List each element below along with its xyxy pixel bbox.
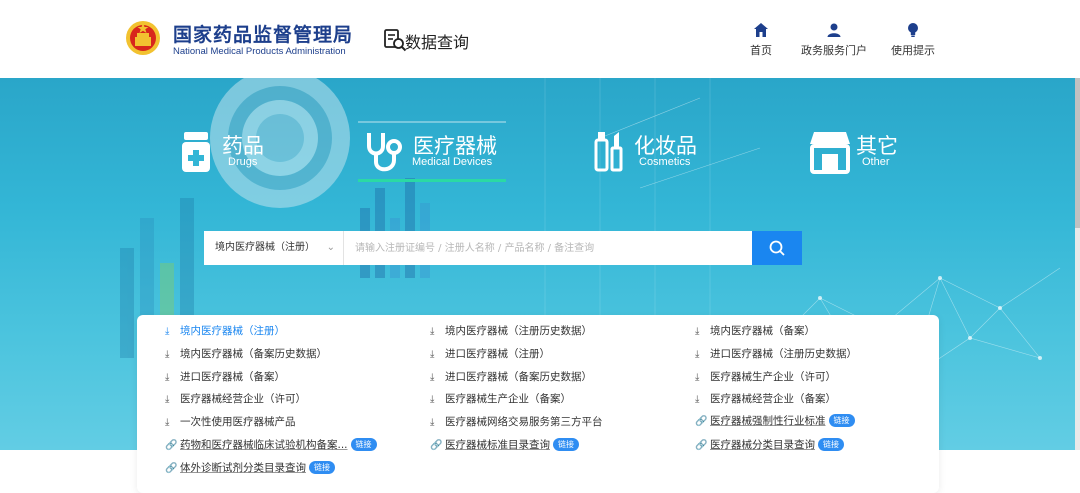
quick-link-label: 进口医疗器械（注册）	[445, 348, 550, 360]
quick-link-item[interactable]: ⤓ 进口医疗器械（注册）	[430, 346, 550, 361]
quick-link-item[interactable]: ⤓ 医疗器械经营企业（许可）	[165, 391, 306, 406]
quick-link-label: 医疗器械标准目录查询	[445, 439, 550, 451]
quick-link-label: 医疗器械生产企业（许可）	[710, 371, 836, 383]
quick-link-label: 一次性使用医疗器械产品	[180, 416, 296, 428]
link-badge: 链接	[828, 414, 855, 427]
search-category-select[interactable]: 境内医疗器械（注册） ⌄	[204, 231, 344, 265]
quick-link-label: 医疗器械分类目录查询	[710, 439, 815, 451]
quick-link-item[interactable]: ⤓ 境内医疗器械（备案历史数据）	[165, 346, 327, 361]
nav-service-portal-label: 政务服务门户	[801, 44, 867, 57]
upload-icon: ⤓	[165, 372, 170, 383]
lightbulb-icon	[908, 23, 918, 37]
search-button[interactable]	[752, 231, 802, 265]
site-header: 国家药品监督管理局 National Medical Products Admi…	[0, 0, 1080, 78]
quick-link-label: 医疗器械网络交易服务第三方平台	[445, 416, 603, 428]
quick-link-label: 进口医疗器械（备案历史数据）	[445, 371, 592, 383]
quick-link-external[interactable]: 🔗 体外诊断试剂分类目录查询 链接	[165, 460, 335, 475]
upload-icon: ⤓	[695, 372, 700, 383]
link-icon: 🔗	[695, 440, 708, 451]
chevron-down-icon: ⌄	[326, 242, 335, 253]
quick-link-item[interactable]: ⤓ 进口医疗器械（注册历史数据）	[695, 346, 857, 361]
link-badge: 链接	[818, 438, 844, 451]
section-title: 数据查询	[405, 33, 470, 52]
upload-icon: ⤓	[430, 417, 435, 428]
category-other-en: Other	[862, 156, 890, 168]
upload-icon: ⤓	[695, 394, 700, 405]
org-name-cn[interactable]: 国家药品监督管理局	[173, 20, 353, 47]
nav-home-label: 首页	[750, 44, 772, 57]
nav-home[interactable]: 首页	[750, 22, 772, 58]
stethoscope-icon	[367, 133, 402, 172]
upload-icon: ⤓	[430, 326, 435, 337]
quick-link-label: 医疗器械生产企业（备案）	[445, 393, 571, 405]
user-icon	[827, 23, 841, 37]
medicine-bottle-icon	[182, 132, 210, 172]
quick-link-label: 境内医疗器械（备案历史数据）	[180, 348, 327, 360]
quick-link-item[interactable]: ⤓ 进口医疗器械（备案历史数据）	[430, 369, 592, 384]
upload-icon: ⤓	[165, 417, 170, 428]
upload-icon: ⤓	[165, 349, 170, 360]
quick-link-item[interactable]: ⤓ 一次性使用医疗器械产品	[165, 414, 296, 429]
quick-link-item[interactable]: ⤓ 境内医疗器械（注册）	[165, 323, 285, 338]
link-icon: 🔗	[695, 416, 708, 427]
link-badge: 链接	[350, 438, 377, 451]
nav-service-portal[interactable]: 政务服务门户	[801, 22, 867, 58]
nav-usage-tips-label: 使用提示	[891, 44, 935, 57]
org-name-en[interactable]: National Medical Products Administration	[173, 46, 346, 57]
active-category-underline	[358, 179, 506, 182]
quick-link-label: 医疗器械强制性行业标准	[710, 415, 826, 427]
search-category-value: 境内医疗器械（注册）	[215, 242, 315, 253]
upload-icon: ⤓	[165, 394, 170, 405]
quick-link-external[interactable]: 🔗 医疗器械分类目录查询 链接	[695, 437, 844, 452]
upload-icon: ⤓	[165, 326, 170, 337]
link-icon: 🔗	[165, 440, 178, 451]
quick-link-label: 医疗器械经营企业（许可）	[180, 393, 306, 405]
store-icon	[810, 132, 850, 174]
quick-link-label: 体外诊断试剂分类目录查询	[180, 462, 306, 474]
nav-usage-tips[interactable]: 使用提示	[891, 22, 935, 58]
quick-link-item[interactable]: ⤓ 境内医疗器械（注册历史数据）	[430, 323, 592, 338]
upload-icon: ⤓	[430, 394, 435, 405]
national-emblem-icon[interactable]	[124, 17, 162, 57]
home-icon	[754, 23, 768, 37]
link-badge: 链接	[553, 438, 579, 451]
upload-icon: ⤓	[695, 326, 700, 337]
quick-link-item[interactable]: ⤓ 医疗器械经营企业（备案）	[695, 391, 836, 406]
search-input[interactable]	[344, 231, 752, 265]
category-drugs-en: Drugs	[228, 156, 258, 168]
link-icon: 🔗	[430, 440, 443, 451]
page-scrollbar-thumb[interactable]	[1075, 78, 1080, 228]
quick-link-label: 药物和医疗器械临床试验机构备案...	[180, 439, 348, 451]
category-cosmetics[interactable]: 化妆品 Cosmetics	[594, 126, 714, 182]
search-icon	[769, 240, 785, 256]
quick-link-external[interactable]: 🔗 医疗器械强制性行业标准 链接	[695, 413, 855, 428]
data-query-icon	[384, 29, 407, 52]
quick-link-external[interactable]: 🔗 药物和医疗器械临床试验机构备案... 链接	[165, 437, 377, 452]
quick-link-item[interactable]: ⤓ 境内医疗器械（备案）	[695, 323, 815, 338]
quick-link-item[interactable]: ⤓ 医疗器械网络交易服务第三方平台	[430, 414, 603, 429]
cosmetics-icon	[594, 132, 623, 172]
upload-icon: ⤓	[430, 349, 435, 360]
upload-icon: ⤓	[430, 372, 435, 383]
quick-link-label: 进口医疗器械（注册历史数据）	[710, 348, 857, 360]
category-drugs[interactable]: 药品 Drugs	[180, 126, 280, 182]
quick-link-label: 境内医疗器械（注册历史数据）	[445, 325, 592, 337]
category-medical-devices[interactable]: 医疗器械 Medical Devices	[364, 126, 504, 182]
quick-link-external[interactable]: 🔗 医疗器械标准目录查询 链接	[430, 437, 579, 452]
upload-icon: ⤓	[695, 349, 700, 360]
category-other[interactable]: 其它 Other	[808, 126, 908, 182]
quick-link-item[interactable]: ⤓ 进口医疗器械（备案）	[165, 369, 285, 384]
category-cosmetics-en: Cosmetics	[639, 156, 691, 168]
quick-link-label: 进口医疗器械（备案）	[180, 371, 285, 383]
category-medical-devices-en: Medical Devices	[412, 156, 493, 168]
link-icon: 🔗	[165, 463, 178, 474]
active-category-top-line	[358, 121, 506, 123]
quick-link-item[interactable]: ⤓ 医疗器械生产企业（许可）	[695, 369, 836, 384]
quick-link-item[interactable]: ⤓ 医疗器械生产企业（备案）	[430, 391, 571, 406]
quick-link-label: 医疗器械经营企业（备案）	[710, 393, 836, 405]
quick-link-label: 境内医疗器械（备案）	[710, 325, 815, 337]
quick-link-label: 境内医疗器械（注册）	[180, 325, 285, 337]
link-badge: 链接	[309, 461, 335, 474]
